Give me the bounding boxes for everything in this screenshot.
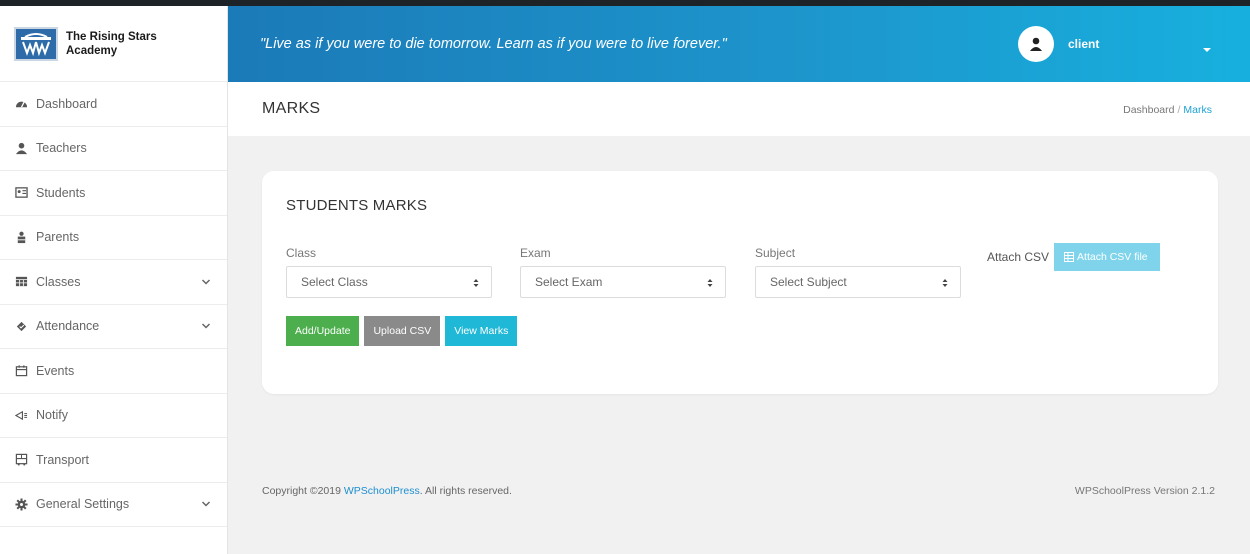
card-title: STUDENTS MARKS xyxy=(286,197,428,214)
select-arrows-icon xyxy=(942,279,948,287)
class-select[interactable]: Select Class xyxy=(286,266,492,298)
teacher-icon xyxy=(14,141,28,155)
username[interactable]: client xyxy=(1068,37,1099,51)
sidebar-item-label: Parents xyxy=(36,230,80,245)
subject-select[interactable]: Select Subject xyxy=(755,266,961,298)
dashboard-icon xyxy=(14,97,28,111)
subject-field: Subject Select Subject xyxy=(755,246,961,298)
attendance-icon xyxy=(14,319,28,333)
sidebar-item-notify[interactable]: Notify xyxy=(0,394,227,438)
transport-icon xyxy=(14,453,28,467)
attach-csv-group: Attach CSV Attach CSV file xyxy=(987,243,1160,271)
sidebar-item-dashboard[interactable]: Dashboard xyxy=(0,82,227,127)
chevron-down-icon[interactable] xyxy=(201,499,211,509)
attach-csv-label: Attach CSV xyxy=(987,250,1050,264)
breadcrumb-separator: / xyxy=(1177,104,1181,116)
exam-select[interactable]: Select Exam xyxy=(520,266,726,298)
page-title-bar: MARKS Dashboard / Marks xyxy=(228,82,1250,136)
brand-name: The Rising Stars Academy xyxy=(66,30,157,57)
top-header: "Live as if you were to die tomorrow. Le… xyxy=(228,6,1250,82)
sidebar-item-label: Classes xyxy=(36,274,81,289)
breadcrumb-current: Marks xyxy=(1183,104,1212,116)
add-update-button[interactable]: Add/Update xyxy=(286,316,360,346)
sidebar-item-general-settings[interactable]: General Settings xyxy=(0,483,227,527)
subject-select-value: Select Subject xyxy=(770,275,847,289)
header-quote: "Live as if you were to die tomorrow. Le… xyxy=(260,36,727,52)
footer-copyright: Copyright ©2019 WPSchoolPress. All right… xyxy=(262,485,512,497)
sidebar-item-label: Teachers xyxy=(36,141,87,156)
gear-icon xyxy=(14,497,28,511)
view-marks-button[interactable]: View Marks xyxy=(445,316,518,346)
user-menu[interactable]: client xyxy=(1018,26,1099,62)
exam-field: Exam Select Exam xyxy=(520,246,726,298)
sidebar-item-label: Notify xyxy=(36,408,68,423)
sidebar-item-label: Dashboard xyxy=(36,96,98,111)
sidebar-item-events[interactable]: Events xyxy=(0,349,227,394)
exam-select-value: Select Exam xyxy=(535,275,603,289)
chevron-down-icon[interactable] xyxy=(201,277,211,287)
classes-icon xyxy=(14,275,28,289)
calendar-icon xyxy=(14,364,28,378)
notify-icon xyxy=(14,408,28,422)
table-icon xyxy=(1064,252,1075,262)
copyright-prefix: Copyright ©2019 xyxy=(262,485,344,497)
action-buttons: Add/Update Upload CSV View Marks xyxy=(286,316,522,346)
parents-icon xyxy=(14,230,28,244)
sidebar-item-label: Attendance xyxy=(36,319,100,334)
sidebar-item-students[interactable]: Students xyxy=(0,171,227,216)
brand[interactable]: The Rising Stars Academy xyxy=(0,6,227,82)
attach-csv-button-label: Attach CSV file xyxy=(1077,251,1148,263)
breadcrumb-home[interactable]: Dashboard xyxy=(1123,104,1174,116)
sidebar-item-classes[interactable]: Classes xyxy=(0,260,227,305)
chevron-down-icon[interactable] xyxy=(201,321,211,331)
subject-label: Subject xyxy=(755,246,796,260)
page-title: MARKS xyxy=(262,100,321,117)
students-marks-card: STUDENTS MARKS Class Select Class Exam S… xyxy=(262,171,1218,394)
school-logo-icon xyxy=(14,26,58,61)
sidebar-item-transport[interactable]: Transport xyxy=(0,438,227,483)
select-arrows-icon xyxy=(707,279,713,287)
sidebar-item-label: General Settings xyxy=(36,497,130,512)
wpschoolpress-link[interactable]: WPSchoolPress xyxy=(344,485,420,497)
avatar[interactable] xyxy=(1018,26,1054,62)
caret-down-icon[interactable] xyxy=(1202,46,1212,54)
breadcrumb: Dashboard / Marks xyxy=(1123,104,1212,116)
sidebar-nav: Dashboard Teachers Students Parents Clas… xyxy=(0,82,227,527)
sidebar-item-label: Events xyxy=(36,363,75,378)
sidebar-item-label: Transport xyxy=(36,452,90,467)
exam-label: Exam xyxy=(520,246,551,260)
attach-csv-button[interactable]: Attach CSV file xyxy=(1054,243,1160,271)
footer-version: WPSchoolPress Version 2.1.2 xyxy=(1074,485,1215,497)
copyright-suffix: . All rights reserved. xyxy=(419,485,512,497)
upload-csv-button[interactable]: Upload CSV xyxy=(364,316,441,346)
sidebar: The Rising Stars Academy Dashboard Teach… xyxy=(0,6,228,554)
select-arrows-icon xyxy=(473,279,479,287)
sidebar-item-parents[interactable]: Parents xyxy=(0,216,227,260)
sidebar-item-attendance[interactable]: Attendance xyxy=(0,305,227,349)
class-select-value: Select Class xyxy=(301,275,368,289)
students-icon xyxy=(14,186,28,200)
sidebar-item-label: Students xyxy=(36,185,86,200)
class-label: Class xyxy=(286,246,317,260)
class-field: Class Select Class xyxy=(286,246,492,298)
sidebar-item-teachers[interactable]: Teachers xyxy=(0,127,227,171)
